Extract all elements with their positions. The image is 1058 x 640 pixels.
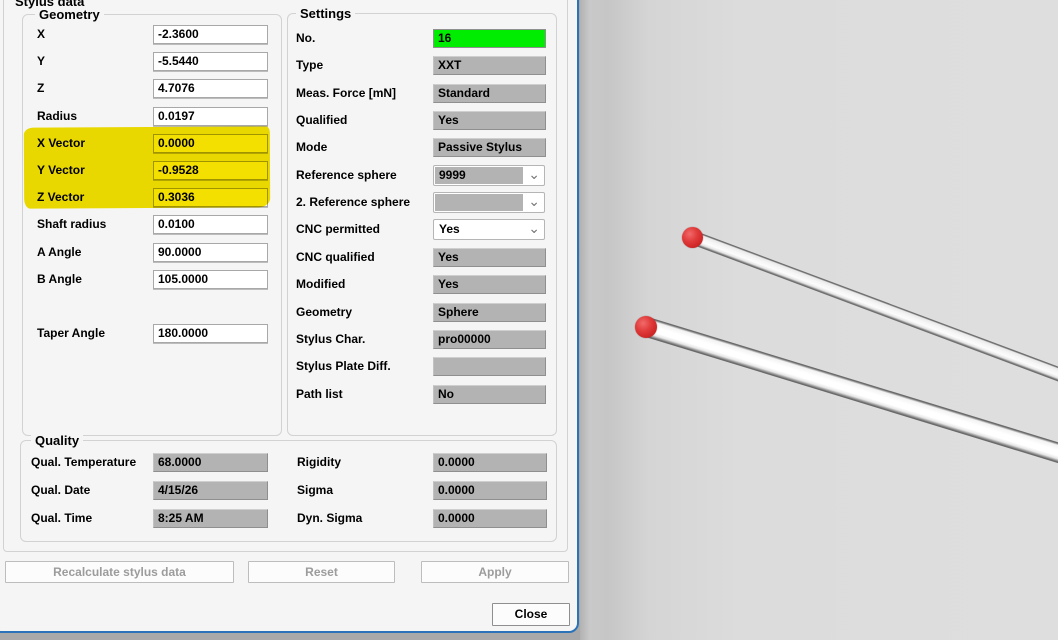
chevron-down-icon[interactable]: ⌄: [528, 219, 540, 238]
quality-label-rigidity: Rigidity: [297, 453, 341, 471]
settings-combo-reference-sphere[interactable]: 9999 ⌄: [433, 165, 545, 186]
quality-group-label: Quality: [31, 433, 83, 448]
stylus-tip-sphere-lower: [635, 316, 657, 338]
geometry-label-y-vector: Y Vector: [37, 161, 85, 179]
stylus-tip-sphere-upper: [682, 227, 703, 248]
quality-label-qual-temperature: Qual. Temperature: [31, 453, 136, 471]
geometry-group-label: Geometry: [35, 7, 104, 22]
settings-combo-value-reference-sphere: 9999: [435, 167, 523, 184]
recalculate-stylus-data-button[interactable]: Recalculate stylus data: [5, 561, 234, 583]
reset-button[interactable]: Reset: [248, 561, 395, 583]
chevron-down-icon[interactable]: ⌄: [528, 192, 540, 211]
settings-label-type: Type: [296, 56, 323, 74]
geometry-label-a-angle: A Angle: [37, 243, 81, 261]
geometry-field-a-angle[interactable]: 90.0000: [153, 243, 268, 262]
geometry-field-radius[interactable]: 0.0197: [153, 107, 268, 126]
geometry-label-x: X: [37, 25, 45, 43]
settings-field-cnc-qualified: Yes: [433, 248, 546, 267]
geometry-label-radius: Radius: [37, 107, 77, 125]
geometry-field-z-vector[interactable]: 0.3036: [153, 188, 268, 207]
quality-groupbox: Quality Qual. Temperature68.0000Qual. Da…: [20, 440, 557, 542]
chevron-down-icon[interactable]: ⌄: [528, 165, 540, 184]
geometry-field-x-vector[interactable]: 0.0000: [153, 134, 268, 153]
settings-field-stylus-plate-diff: [433, 357, 546, 376]
settings-combo-cnc-permitted[interactable]: Yes ⌄: [433, 219, 545, 240]
geometry-label-y: Y: [37, 52, 45, 70]
geometry-groupbox: Geometry X-2.3600Y-5.5440Z4.7076Radius0.…: [22, 14, 282, 436]
settings-field-path-list: No: [433, 385, 546, 404]
stylus-3d-view[interactable]: [580, 0, 1058, 640]
geometry-field-x[interactable]: -2.3600: [153, 25, 268, 44]
settings-label-meas-force-mn: Meas. Force [mN]: [296, 84, 396, 102]
settings-field-stylus-char: pro00000: [433, 330, 546, 349]
quality-label-qual-date: Qual. Date: [31, 481, 90, 499]
screen: Stylus data Geometry X-2.3600Y-5.5440Z4.…: [0, 0, 1058, 640]
quality-label-dyn-sigma: Dyn. Sigma: [297, 509, 362, 527]
settings-label-stylus-plate-diff: Stylus Plate Diff.: [296, 357, 391, 375]
settings-field-geometry: Sphere: [433, 303, 546, 322]
geometry-field-shaft-radius[interactable]: 0.0100: [153, 215, 268, 234]
quality-field-qual-temperature: 68.0000: [153, 453, 268, 472]
settings-label-geometry: Geometry: [296, 303, 352, 321]
settings-label-qualified: Qualified: [296, 111, 347, 129]
settings-field-type: XXT: [433, 56, 546, 75]
quality-field-dyn-sigma: 0.0000: [433, 509, 547, 528]
quality-field-qual-time: 8:25 AM: [153, 509, 268, 528]
geometry-field-taper-angle[interactable]: 180.0000: [153, 324, 268, 343]
quality-field-rigidity: 0.0000: [433, 453, 547, 472]
quality-field-qual-date: 4/15/26: [153, 481, 268, 500]
geometry-field-b-angle[interactable]: 105.0000: [153, 270, 268, 289]
settings-field-modified: Yes: [433, 275, 546, 294]
settings-field-qualified: Yes: [433, 111, 546, 130]
settings-groupbox: Settings No.16TypeXXTMeas. Force [mN]Sta…: [287, 13, 557, 436]
settings-field-no[interactable]: 16: [433, 29, 546, 48]
close-button[interactable]: Close: [492, 603, 570, 626]
settings-label-mode: Mode: [296, 138, 327, 156]
settings-label-cnc-permitted: CNC permitted: [296, 220, 380, 238]
stylus-shaft-lower: [644, 317, 1058, 467]
geometry-field-y[interactable]: -5.5440: [153, 52, 268, 71]
settings-label-path-list: Path list: [296, 385, 343, 403]
settings-combo-value-cnc-permitted: Yes: [435, 221, 523, 238]
geometry-field-y-vector[interactable]: -0.9528: [153, 161, 268, 180]
settings-label-2-reference-sphere: 2. Reference sphere: [296, 193, 410, 211]
apply-button[interactable]: Apply: [421, 561, 569, 583]
settings-label-modified: Modified: [296, 275, 345, 293]
geometry-label-x-vector: X Vector: [37, 134, 85, 152]
settings-label-no: No.: [296, 29, 315, 47]
settings-combo-value-2-reference-sphere: [435, 194, 523, 211]
quality-label-sigma: Sigma: [297, 481, 333, 499]
geometry-field-z[interactable]: 4.7076: [153, 79, 268, 98]
geometry-label-taper-angle: Taper Angle: [37, 324, 105, 342]
geometry-label-shaft-radius: Shaft radius: [37, 215, 106, 233]
settings-label-reference-sphere: Reference sphere: [296, 166, 397, 184]
settings-label-stylus-char: Stylus Char.: [296, 330, 365, 348]
settings-field-mode: Passive Stylus: [433, 138, 546, 157]
geometry-label-z: Z: [37, 79, 44, 97]
geometry-label-b-angle: B Angle: [37, 270, 82, 288]
quality-field-sigma: 0.0000: [433, 481, 547, 500]
settings-field-meas-force-mn: Standard: [433, 84, 546, 103]
geometry-label-z-vector: Z Vector: [37, 188, 84, 206]
quality-label-qual-time: Qual. Time: [31, 509, 92, 527]
settings-label-cnc-qualified: CNC qualified: [296, 248, 375, 266]
settings-group-label: Settings: [296, 6, 355, 21]
settings-combo-2-reference-sphere[interactable]: ⌄: [433, 192, 545, 213]
